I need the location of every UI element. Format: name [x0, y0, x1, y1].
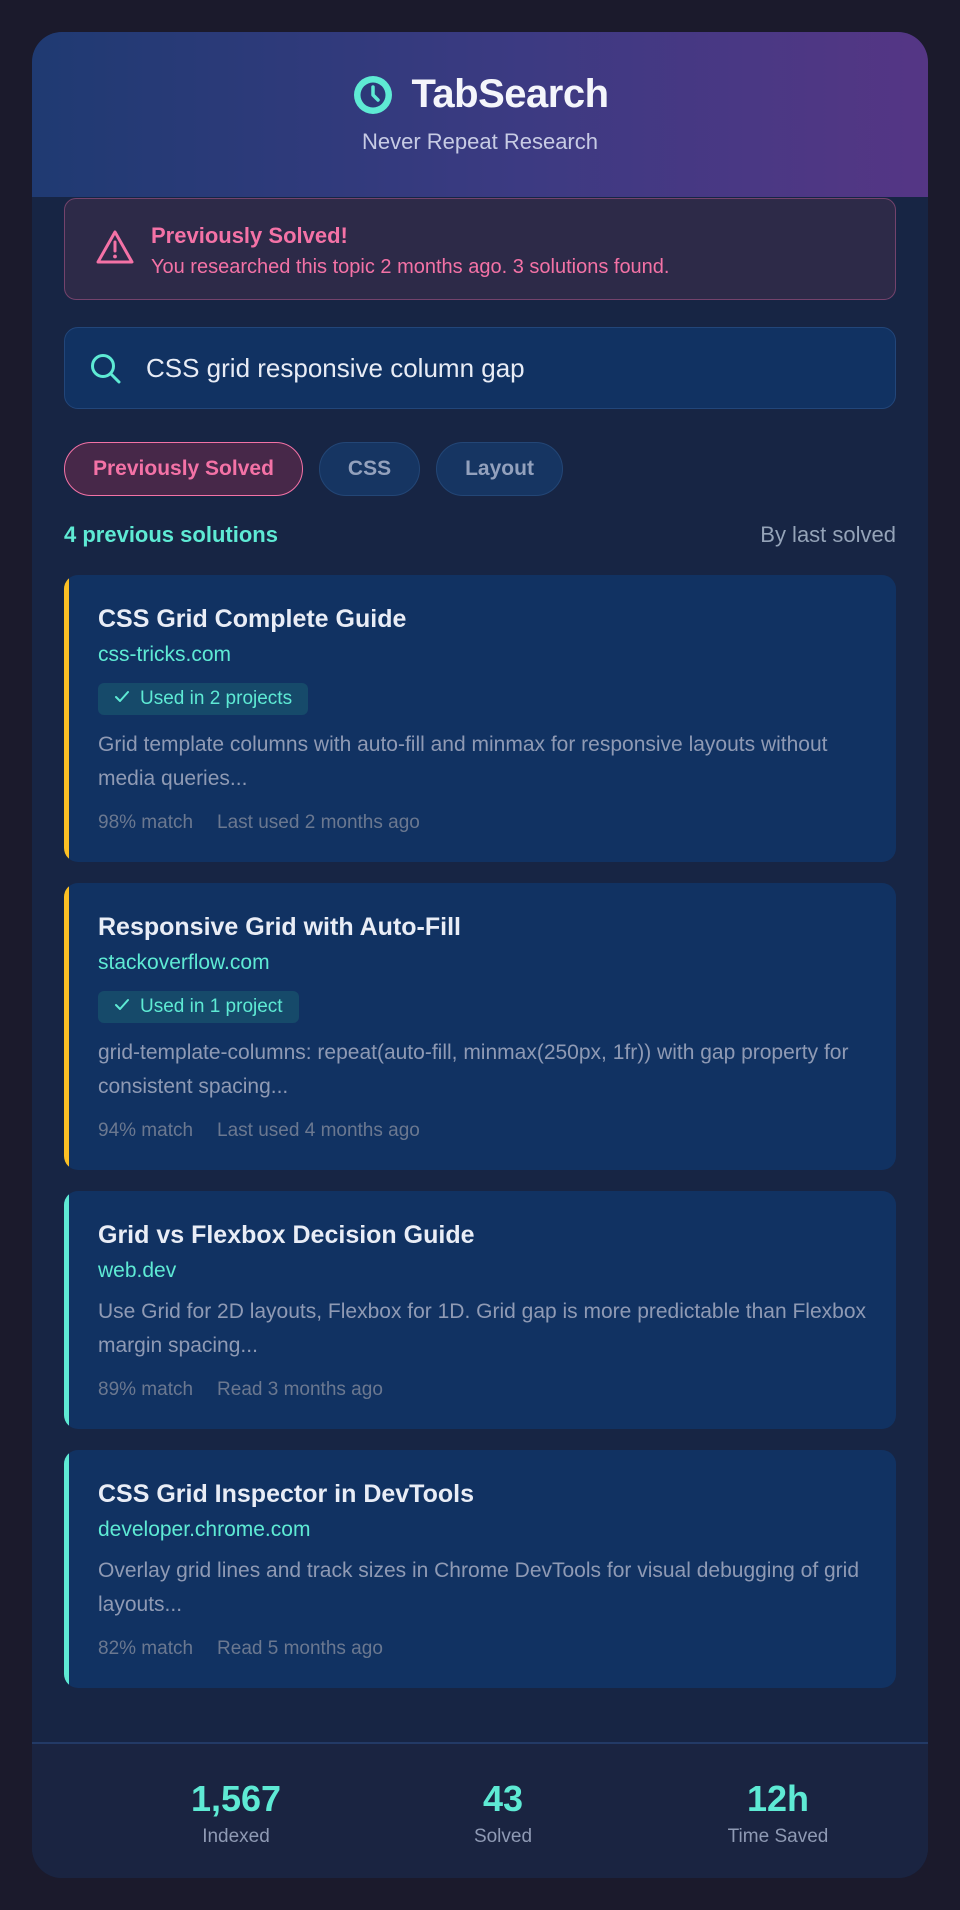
- card-domain[interactable]: developer.chrome.com: [98, 1518, 310, 1542]
- clock-icon: [351, 73, 395, 117]
- check-icon: [114, 688, 130, 710]
- card-title[interactable]: CSS Grid Inspector in DevTools: [98, 1480, 474, 1509]
- card-accent-bar: [64, 883, 69, 1170]
- app-subtitle: Never Repeat Research: [361, 129, 598, 154]
- sort-selector[interactable]: By last solved: [760, 522, 896, 548]
- app-title: TabSearch: [411, 72, 609, 116]
- card-description: Overlay grid lines and track sizes in Ch…: [98, 1559, 860, 1616]
- filter-chip-css[interactable]: CSS: [318, 442, 421, 496]
- card-domain[interactable]: css-tricks.com: [98, 643, 231, 667]
- card-title[interactable]: Grid vs Flexbox Decision Guide: [98, 1221, 475, 1250]
- card-accent-bar: [64, 575, 69, 862]
- match-score: 94% match: [98, 1120, 194, 1141]
- card-meta: 94% match Last used 4 months ago: [98, 1120, 420, 1142]
- search-input[interactable]: CSS grid responsive column gap: [64, 327, 896, 409]
- card-meta: 98% match Last used 2 months ago: [98, 812, 420, 834]
- card-meta: 89% match Read 3 months ago: [98, 1379, 383, 1401]
- header: TabSearch Never Repeat Research: [32, 32, 928, 197]
- result-card[interactable]: Grid vs Flexbox Decision Guide web.dev U…: [64, 1191, 896, 1429]
- card-description: grid-template-columns: repeat(auto-fill,…: [98, 1041, 849, 1098]
- warning-triangle-icon: [95, 229, 135, 270]
- card-domain[interactable]: stackoverflow.com: [98, 951, 270, 975]
- check-icon: [114, 996, 130, 1018]
- stat-label: Time Saved: [727, 1826, 829, 1847]
- stat-value: 43: [482, 1778, 524, 1819]
- stat-label: Indexed: [202, 1826, 270, 1847]
- card-description: Grid template columns with auto-fill and…: [98, 733, 828, 790]
- result-card[interactable]: CSS Grid Complete Guide css-tricks.com U…: [64, 575, 896, 862]
- last-used: Last used 2 months ago: [217, 812, 420, 833]
- card-accent-bar: [64, 1450, 69, 1688]
- match-score: 82% match: [98, 1638, 194, 1659]
- filter-chips: Previously Solved CSS Layout: [64, 442, 563, 496]
- card-meta: 82% match Read 5 months ago: [98, 1638, 383, 1660]
- alert-message: You researched this topic 2 months ago. …: [151, 256, 670, 278]
- result-card[interactable]: Responsive Grid with Auto-Fill stackover…: [64, 883, 896, 1170]
- usage-badge: Used in 2 projects: [98, 683, 309, 715]
- brand: TabSearch: [32, 72, 928, 117]
- last-read: Read 5 months ago: [217, 1638, 383, 1659]
- match-score: 89% match: [98, 1379, 194, 1400]
- last-read: Read 3 months ago: [217, 1379, 383, 1400]
- card-domain[interactable]: web.dev: [98, 1259, 176, 1283]
- search-icon: [89, 352, 123, 391]
- usage-badge: Used in 1 project: [98, 991, 299, 1023]
- match-score: 98% match: [98, 812, 194, 833]
- card-title[interactable]: Responsive Grid with Auto-Fill: [98, 913, 461, 942]
- previously-solved-alert: Previously Solved! You researched this t…: [64, 198, 896, 300]
- card-accent-bar: [64, 1191, 69, 1429]
- results-count: 4 previous solutions: [64, 522, 278, 547]
- usage-badge-label: Used in 1 project: [140, 996, 283, 1017]
- alert-title: Previously Solved!: [151, 223, 348, 248]
- stats-footer: 1,567 Indexed 43 Solved 12h Time Saved: [32, 1742, 928, 1878]
- stat-solved: 43 Solved: [393, 1778, 613, 1848]
- filter-chip-previously-solved[interactable]: Previously Solved: [64, 442, 303, 496]
- stat-label: Solved: [473, 1826, 533, 1847]
- filter-chip-layout[interactable]: Layout: [436, 442, 563, 496]
- search-query[interactable]: CSS grid responsive column gap: [146, 353, 525, 384]
- card-title[interactable]: CSS Grid Complete Guide: [98, 605, 406, 634]
- stat-value: 12h: [746, 1778, 810, 1819]
- stat-time-saved: 12h Time Saved: [668, 1778, 888, 1848]
- stat-indexed: 1,567 Indexed: [126, 1778, 346, 1848]
- last-used: Last used 4 months ago: [217, 1120, 420, 1141]
- stat-value: 1,567: [190, 1778, 282, 1819]
- usage-badge-label: Used in 2 projects: [140, 688, 293, 709]
- result-card[interactable]: CSS Grid Inspector in DevTools developer…: [64, 1450, 896, 1688]
- card-description: Use Grid for 2D layouts, Flexbox for 1D.…: [98, 1300, 866, 1357]
- extension-panel: TabSearch Never Repeat Research Previous…: [32, 32, 928, 1878]
